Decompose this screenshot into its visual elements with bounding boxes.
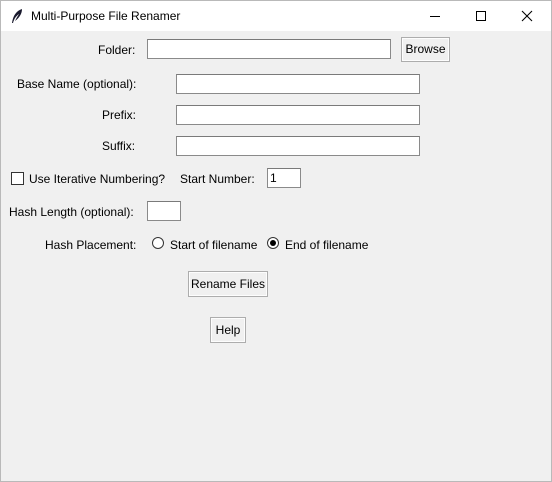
close-button[interactable] <box>504 1 550 31</box>
folder-label: Folder: <box>98 43 136 57</box>
radio-end-of-filename[interactable] <box>267 237 279 249</box>
feather-icon <box>10 8 24 24</box>
prefix-input[interactable] <box>176 105 420 125</box>
maximize-button[interactable] <box>458 1 504 31</box>
help-button[interactable]: Help <box>210 317 246 343</box>
radio-end-label: End of filename <box>285 238 369 252</box>
start-number-label: Start Number: <box>180 172 255 186</box>
close-icon <box>521 10 533 22</box>
radio-selected-dot <box>270 240 276 246</box>
minimize-button[interactable] <box>412 1 458 31</box>
folder-input[interactable] <box>147 39 391 59</box>
hash-length-input[interactable] <box>147 201 181 221</box>
base-name-input[interactable] <box>176 74 420 94</box>
iterative-numbering-label: Use Iterative Numbering? <box>29 172 166 186</box>
hash-length-label: Hash Length (optional): <box>9 205 134 219</box>
title-bar[interactable]: Multi-Purpose File Renamer <box>1 1 551 31</box>
suffix-input[interactable] <box>176 136 420 156</box>
rename-files-button[interactable]: Rename Files <box>188 271 268 297</box>
base-name-label: Base Name (optional): <box>17 77 137 91</box>
prefix-label: Prefix: <box>102 108 137 122</box>
window-title: Multi-Purpose File Renamer <box>31 9 181 23</box>
browse-button[interactable]: Browse <box>401 37 450 62</box>
app-window: Multi-Purpose File Renamer Folder: Brows… <box>0 0 552 482</box>
suffix-label: Suffix: <box>102 139 136 153</box>
minimize-icon <box>430 16 440 17</box>
radio-start-label: Start of filename <box>170 238 258 252</box>
radio-start-of-filename[interactable] <box>152 237 164 249</box>
iterative-numbering-checkbox[interactable] <box>11 172 24 185</box>
start-number-input[interactable] <box>267 168 301 188</box>
maximize-icon <box>476 11 486 21</box>
hash-placement-label: Hash Placement: <box>45 238 137 252</box>
